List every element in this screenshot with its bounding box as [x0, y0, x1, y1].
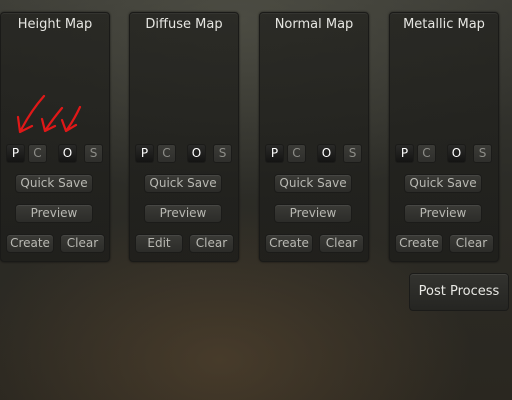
arrow-3	[60, 105, 82, 133]
arrow-1	[16, 94, 46, 134]
red-arrow-annotation	[16, 94, 82, 134]
arrow-2	[40, 106, 64, 133]
